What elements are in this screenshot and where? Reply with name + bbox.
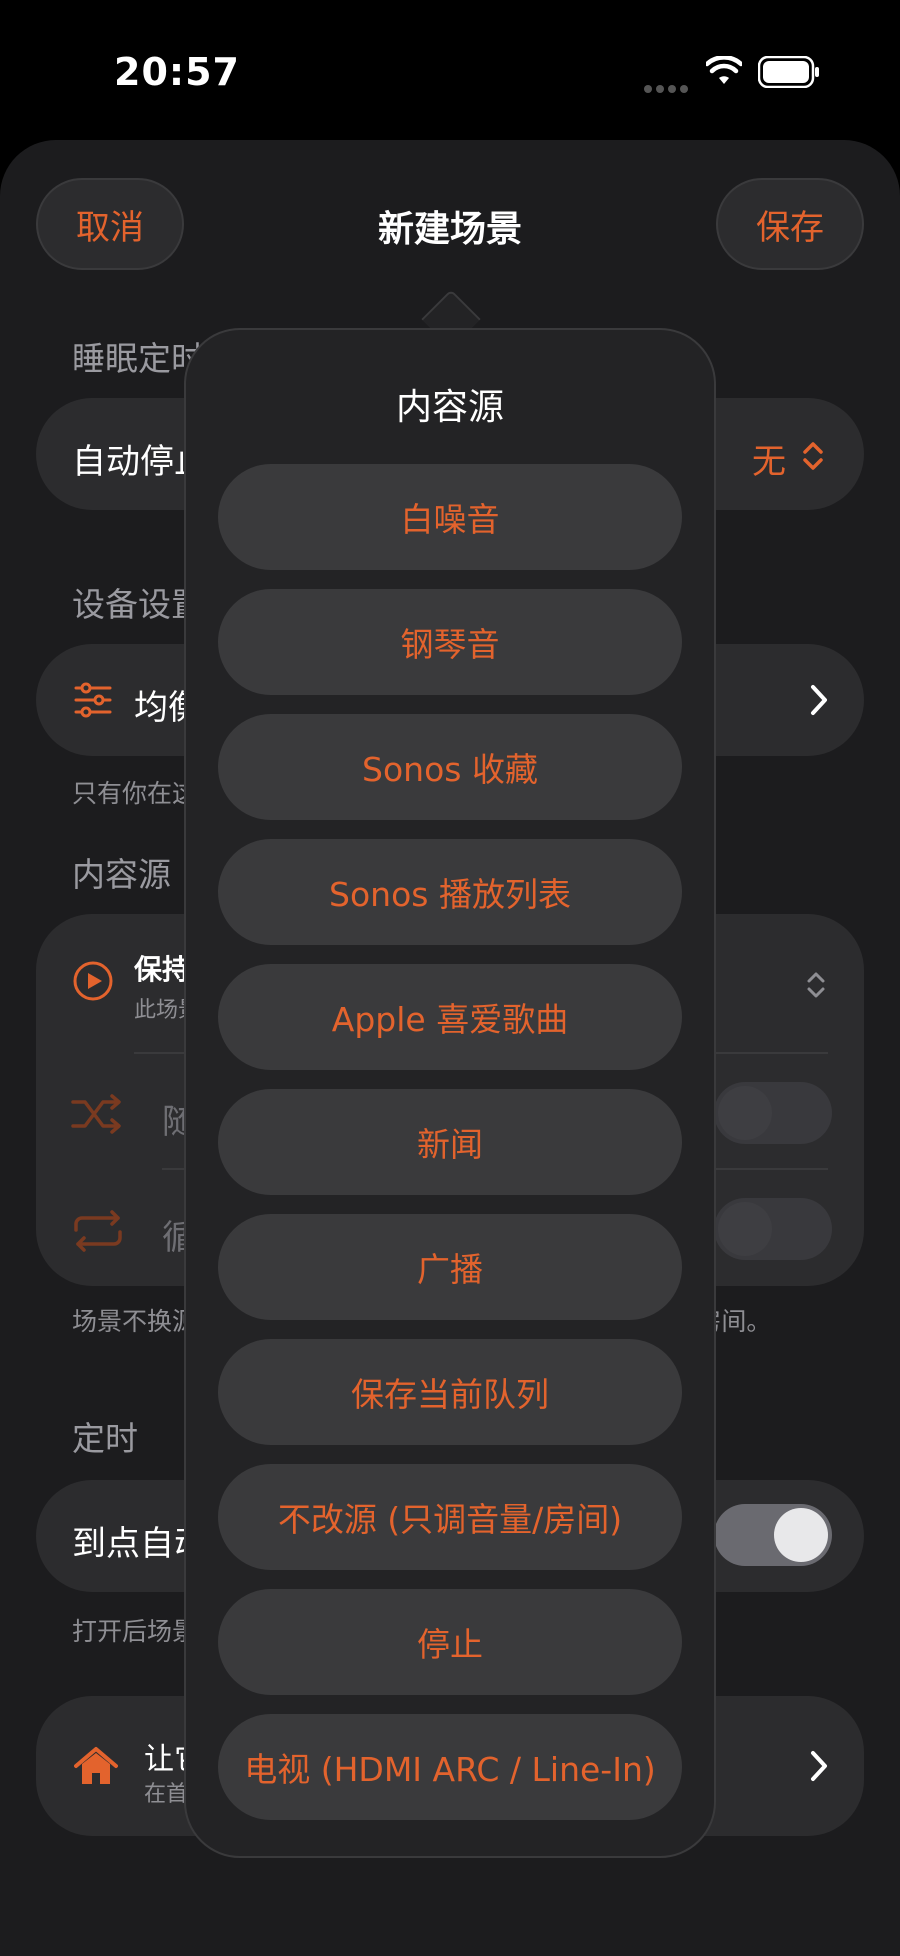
signal-dots-icon: [644, 78, 692, 97]
chevron-up-down-icon: [803, 442, 823, 470]
option-piano[interactable]: 钢琴音: [218, 589, 682, 695]
sliders-icon: [74, 682, 112, 718]
option-sonos-playlists[interactable]: Sonos 播放列表: [218, 839, 682, 945]
option-tv-input[interactable]: 电视 (HDMI ARC / Line-In): [218, 1714, 682, 1820]
house-icon: [74, 1747, 118, 1784]
shuffle-icon: [71, 1094, 121, 1134]
shuffle-toggle[interactable]: [714, 1082, 832, 1144]
option-radio[interactable]: 广播: [218, 1214, 682, 1320]
option-keep-source[interactable]: 不改源 (只调音量/房间): [218, 1464, 682, 1570]
option-stop[interactable]: 停止: [218, 1589, 682, 1695]
auto-run-toggle[interactable]: [714, 1504, 832, 1566]
chevron-right-icon: [811, 685, 827, 715]
battery-icon: [758, 56, 819, 88]
repeat-icon: [74, 1210, 122, 1252]
save-button[interactable]: 保存: [716, 178, 864, 270]
chevron-right-icon: [811, 1751, 827, 1781]
option-white-noise[interactable]: 白噪音: [218, 464, 682, 570]
auto-stop-value: 无: [752, 442, 786, 482]
option-apple-loved-songs[interactable]: Apple 喜爱歌曲: [218, 964, 682, 1070]
repeat-toggle[interactable]: [714, 1198, 832, 1260]
option-news[interactable]: 新闻: [218, 1089, 682, 1195]
status-time: 20:57: [114, 50, 240, 94]
option-sonos-favorites[interactable]: Sonos 收藏: [218, 714, 682, 820]
option-save-current-queue[interactable]: 保存当前队列: [218, 1339, 682, 1445]
play-circle-icon: [73, 961, 113, 1001]
popover-title: 内容源: [395, 387, 504, 428]
chevron-up-down-icon[interactable]: [804, 970, 828, 1000]
wifi-icon: [706, 56, 742, 84]
section-content-title: 内容源: [72, 855, 171, 894]
section-timer-title: 定时: [72, 1419, 138, 1458]
